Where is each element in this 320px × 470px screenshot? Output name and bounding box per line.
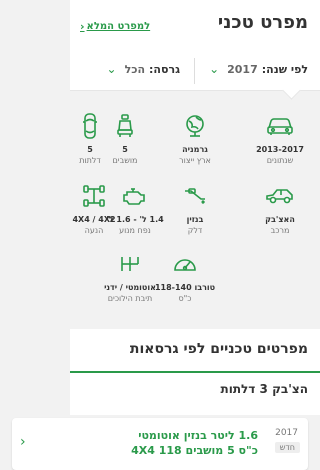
year-label: לפי שנה: <box>261 62 308 76</box>
spec-drive: 4X4 / 4X2 הנעה <box>64 181 124 236</box>
card-year: 2017 <box>275 428 298 438</box>
gearbox-icon <box>90 249 170 279</box>
spec-value: האצ'בק <box>265 215 295 224</box>
section-header: מפרטים טכניים לפי גרסאות <box>70 329 320 373</box>
header: מפרט טכני למפרט המלא ‹ <box>70 0 320 52</box>
full-spec-link[interactable]: למפרט המלא ‹ <box>80 20 150 33</box>
spec-label: ארץ ייצור <box>179 156 211 165</box>
spec-value: גרמניה <box>182 145 208 154</box>
page-title: מפרט טכני <box>217 12 308 33</box>
spec-country: גרמניה ארץ ייצור <box>160 111 230 166</box>
car-side-icon <box>245 181 315 211</box>
chevron-left-icon: ‹ <box>20 434 26 450</box>
drivetrain-icon <box>64 181 124 211</box>
fuel-pump-icon <box>160 181 230 211</box>
version-line-1: 1.6 ליטר בנזין אוטומטי <box>138 429 258 442</box>
section-title: מפרטים טכניים לפי גרסאות <box>129 341 308 357</box>
trim-label: גרסה: <box>149 62 180 76</box>
full-spec-link-label: למפרט המלא <box>86 21 151 32</box>
spec-label: מרכב <box>270 226 290 235</box>
year-select[interactable]: לפי שנה: 2017 ⌄ <box>209 62 308 76</box>
version-description: 1.6 ליטר בנזין אוטומטי כ"ס 5 מושבים 118 … <box>108 428 258 458</box>
versions-section: מפרטים טכניים לפי גרסאות <box>70 329 320 415</box>
spec-body: האצ'בק מרכב <box>245 181 315 236</box>
trim-select[interactable]: גרסה: הכל ⌄ <box>107 62 181 76</box>
spec-doors: 5 דלתות <box>60 111 120 166</box>
spec-grid: 2013-2017 שנתונים גרמניה ארץ ייצור 5 מוש… <box>70 91 320 329</box>
filters-bar: לפי שנה: 2017 ⌄ גרסה: הכל ⌄ <box>70 52 320 100</box>
chevron-left-icon: ‹ <box>80 20 85 33</box>
globe-icon <box>160 111 230 141</box>
year-value: 2017 <box>227 62 258 76</box>
spec-value: אוטומטי / ידני <box>104 283 156 292</box>
divider <box>194 58 195 84</box>
spec-fuel: בנזין דלק <box>160 181 230 236</box>
spec-label: דלתות <box>79 156 101 165</box>
chevron-down-icon: ⌄ <box>106 62 117 76</box>
body-style-subtitle: הצ'בק 3 דלתות <box>220 382 308 396</box>
spec-label: הנעה <box>84 226 104 235</box>
spec-value: 5 <box>87 145 93 154</box>
spec-label: תיבת הילוכים <box>107 294 153 303</box>
car-icon <box>245 111 315 141</box>
spec-years: 2013-2017 שנתונים <box>245 111 315 166</box>
new-badge: חדש <box>274 442 300 453</box>
trim-value: הכל <box>124 62 146 76</box>
chevron-down-icon: ⌄ <box>209 62 220 76</box>
spec-label: שנתונים <box>266 156 294 165</box>
spec-value: 4X4 / 4X2 <box>72 215 116 224</box>
version-card[interactable]: 2017 חדש 1.6 ליטר בנזין אוטומטי כ"ס 5 מו… <box>12 418 308 470</box>
spec-value: 2013-2017 <box>256 145 304 154</box>
spec-label: דלק <box>187 226 203 235</box>
version-line-2: כ"ס 5 מושבים 118 4X4 <box>131 444 258 457</box>
spec-value: בנזין <box>186 215 204 224</box>
spec-gearbox: אוטומטי / ידני תיבת הילוכים <box>90 249 170 304</box>
car-top-icon <box>60 111 120 141</box>
